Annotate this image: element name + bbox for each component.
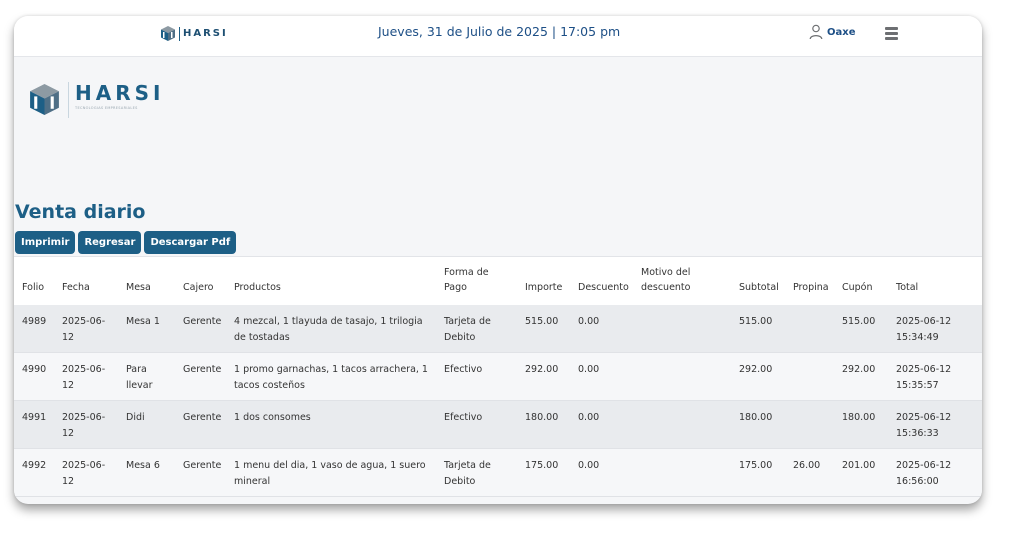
cell-productos: 1 promo garnachas, 1 tacos arrachera, 1 … bbox=[226, 352, 436, 401]
column-header-forma-pago: Forma de Pago bbox=[436, 256, 517, 305]
column-header-cupon: Cupón bbox=[834, 256, 888, 305]
cell-total: 2025-06-12 15:36:33 bbox=[888, 400, 982, 449]
date-time: Jueves, 31 de Julio de 2025 | 17:05 pm bbox=[378, 24, 621, 39]
column-header-total: Total bbox=[888, 256, 982, 305]
company-logo: HARSI TECNOLOGIAS EMPRESARIALES bbox=[28, 82, 164, 118]
column-header-mesa: Mesa bbox=[118, 256, 175, 305]
user-menu[interactable]: Oaxe bbox=[809, 24, 855, 40]
cell-propina bbox=[785, 400, 834, 449]
table-header-row: Folio Fecha Mesa Cajero Productos Forma … bbox=[14, 256, 982, 305]
cell-cupon: 201.00 bbox=[834, 448, 888, 497]
cell-mesa: Didi bbox=[118, 400, 175, 449]
column-header-propina: Propina bbox=[785, 256, 834, 305]
cell-subtotal: 180.00 bbox=[731, 400, 785, 449]
cell-importe: 292.00 bbox=[517, 352, 570, 401]
cell-fecha: 2025-06-12 bbox=[54, 448, 118, 497]
cell-motivo bbox=[633, 400, 731, 449]
cell-propina bbox=[785, 352, 834, 401]
cell-subtotal: 175.00 bbox=[731, 448, 785, 497]
cell-descuento: 0.00 bbox=[570, 304, 633, 353]
sales-table: Folio Fecha Mesa Cajero Productos Forma … bbox=[14, 256, 982, 497]
harsi-logo-icon bbox=[161, 26, 175, 41]
cell-motivo bbox=[633, 352, 731, 401]
print-button[interactable]: Imprimir bbox=[15, 231, 76, 254]
column-header-descuento: Descuento bbox=[570, 256, 633, 305]
cell-total: 2025-06-12 15:35:57 bbox=[888, 352, 982, 401]
cell-fecha: 2025-06-12 bbox=[54, 352, 118, 401]
cell-productos: 1 dos consomes bbox=[226, 400, 436, 449]
cell-motivo bbox=[633, 448, 731, 497]
cell-productos: 1 menu del dia, 1 vaso de agua, 1 suero … bbox=[226, 448, 436, 497]
cell-cajero: Gerente bbox=[175, 304, 226, 353]
logo-divider bbox=[179, 26, 180, 41]
cell-forma-pago: Tarjeta de Debito bbox=[436, 304, 517, 353]
cell-descuento: 0.00 bbox=[570, 448, 633, 497]
column-header-cajero: Cajero bbox=[175, 256, 226, 305]
cell-total: 2025-06-12 16:56:00 bbox=[888, 448, 982, 497]
cell-mesa: Para llevar bbox=[118, 352, 175, 401]
table-row[interactable]: 4989 2025-06-12 Mesa 1 Gerente 4 mezcal,… bbox=[14, 304, 982, 353]
cell-importe: 515.00 bbox=[517, 304, 570, 353]
cell-mesa: Mesa 1 bbox=[118, 304, 175, 353]
top-bar: HARSI Jueves, 31 de Julio de 2025 | 17:0… bbox=[14, 16, 982, 57]
app-window: HARSI Jueves, 31 de Julio de 2025 | 17:0… bbox=[14, 16, 982, 504]
table-row[interactable]: 4990 2025-06-12 Para llevar Gerente 1 pr… bbox=[14, 352, 982, 401]
cell-propina bbox=[785, 304, 834, 353]
cell-motivo bbox=[633, 304, 731, 353]
cell-folio: 4990 bbox=[14, 352, 54, 401]
logo-divider bbox=[68, 82, 69, 118]
cell-importe: 175.00 bbox=[517, 448, 570, 497]
harsi-logo-icon bbox=[30, 84, 59, 115]
back-button[interactable]: Regresar bbox=[78, 231, 142, 254]
action-buttons: Imprimir Regresar Descargar Pdf bbox=[15, 231, 239, 254]
cell-forma-pago: Tarjeta de Debito bbox=[436, 448, 517, 497]
table-row[interactable]: 4991 2025-06-12 Didi Gerente 1 dos conso… bbox=[14, 400, 982, 449]
cell-fecha: 2025-06-12 bbox=[54, 400, 118, 449]
logo-tagline: TECNOLOGIAS EMPRESARIALES bbox=[75, 106, 138, 110]
cell-propina: 26.00 bbox=[785, 448, 834, 497]
cell-subtotal: 515.00 bbox=[731, 304, 785, 353]
cell-cupon: 515.00 bbox=[834, 304, 888, 353]
download-pdf-button[interactable]: Descargar Pdf bbox=[144, 231, 237, 254]
column-header-motivo: Motivo del descuento bbox=[633, 256, 731, 305]
user-icon bbox=[809, 24, 823, 40]
user-name: Oaxe bbox=[827, 26, 856, 38]
cell-productos: 4 mezcal, 1 tlayuda de tasajo, 1 trilogi… bbox=[226, 304, 436, 353]
cell-folio: 4992 bbox=[14, 448, 54, 497]
top-brand-name: HARSI bbox=[183, 28, 228, 39]
cell-descuento: 0.00 bbox=[570, 400, 633, 449]
cell-folio: 4991 bbox=[14, 400, 54, 449]
column-header-subtotal: Subtotal bbox=[731, 256, 785, 305]
column-header-folio: Folio bbox=[14, 256, 54, 305]
cell-cupon: 180.00 bbox=[834, 400, 888, 449]
column-header-importe: Importe bbox=[517, 256, 570, 305]
cell-total: 2025-06-12 15:34:49 bbox=[888, 304, 982, 353]
cell-subtotal: 292.00 bbox=[731, 352, 785, 401]
cell-cupon: 292.00 bbox=[834, 352, 888, 401]
cell-cajero: Gerente bbox=[175, 352, 226, 401]
page-title: Venta diario bbox=[15, 201, 146, 223]
logo-brand-name: HARSI bbox=[75, 81, 165, 105]
cell-descuento: 0.00 bbox=[570, 352, 633, 401]
cell-cajero: Gerente bbox=[175, 400, 226, 449]
table-row[interactable]: 4992 2025-06-12 Mesa 6 Gerente 1 menu de… bbox=[14, 448, 982, 497]
cell-folio: 4989 bbox=[14, 304, 54, 353]
cell-importe: 180.00 bbox=[517, 400, 570, 449]
cell-fecha: 2025-06-12 bbox=[54, 304, 118, 353]
cell-forma-pago: Efectivo bbox=[436, 352, 517, 401]
cell-cajero: Gerente bbox=[175, 448, 226, 497]
column-header-productos: Productos bbox=[226, 256, 436, 305]
column-header-fecha: Fecha bbox=[54, 256, 118, 305]
top-logo[interactable]: HARSI bbox=[160, 25, 228, 42]
cell-forma-pago: Efectivo bbox=[436, 400, 517, 449]
cell-mesa: Mesa 6 bbox=[118, 448, 175, 497]
hamburger-menu-icon[interactable] bbox=[885, 27, 898, 42]
